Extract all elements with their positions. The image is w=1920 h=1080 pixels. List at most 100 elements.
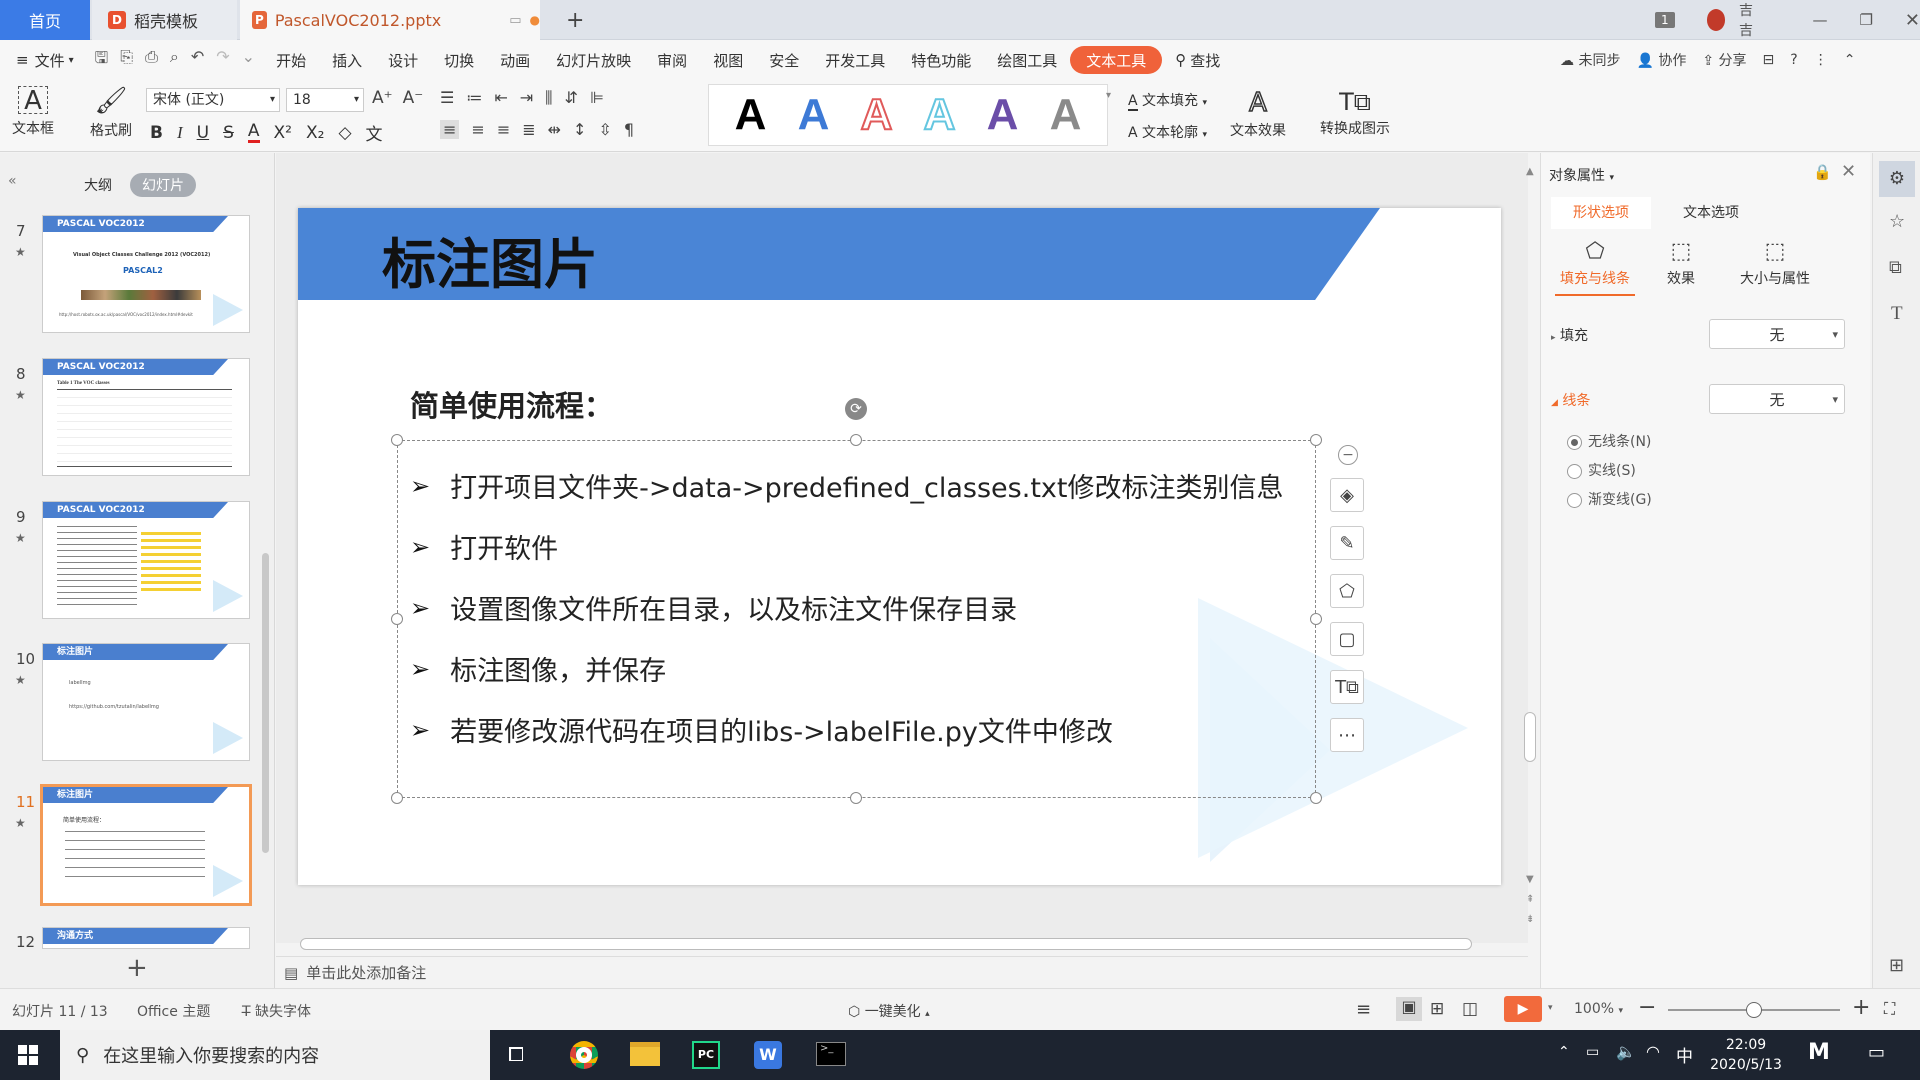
tab-review[interactable]: 审阅	[644, 46, 700, 74]
line-option-solid[interactable]: 实线(S)	[1567, 460, 1636, 480]
vertical-scrollbar[interactable]	[1524, 712, 1536, 762]
line-option-none[interactable]: 无线条(N)	[1567, 431, 1651, 451]
convert-smartart-button[interactable]: T⧉ 转换成图示	[1320, 88, 1390, 138]
wifi-icon[interactable]: ◠	[1646, 1042, 1660, 1061]
prev-slide-icon[interactable]: ⇞	[1526, 894, 1534, 905]
print-icon[interactable]: ⎙	[145, 47, 158, 74]
taskbar-search-box[interactable]: ⚲ 在这里输入你要搜索的内容	[60, 1030, 490, 1080]
minimize-icon[interactable]: —	[1812, 11, 1827, 29]
wordart-style-cyan-outline[interactable]: A	[923, 92, 957, 138]
tab-slideshow[interactable]: 幻灯片放映	[543, 46, 644, 74]
notification-icon[interactable]: ▭	[1868, 1042, 1885, 1063]
justify-icon[interactable]: ≣	[522, 120, 535, 139]
grid-icon[interactable]: ⊞	[1889, 955, 1904, 976]
align-right-icon[interactable]: ≡	[497, 120, 510, 139]
numbered-list-icon[interactable]: ≔	[466, 88, 482, 108]
line-select[interactable]: 无	[1709, 384, 1845, 414]
tab-drawing-tools[interactable]: 绘图工具	[984, 46, 1070, 74]
align-center-icon[interactable]: ≡	[471, 120, 484, 139]
format-painter-button[interactable]: 🖌 格式刷	[90, 86, 132, 140]
tab-insert[interactable]: 插入	[319, 46, 375, 74]
customize-icon[interactable]: ⌄	[242, 47, 255, 74]
font-name-select[interactable]: 宋体 (正文) ▾	[146, 88, 280, 112]
resize-handle-left[interactable]	[391, 613, 403, 625]
home-tab[interactable]: 首页	[0, 0, 90, 40]
effect-section-tab[interactable]: ⬚ 效果	[1651, 239, 1711, 288]
tab-text-tools[interactable]: 文本工具	[1070, 46, 1163, 74]
share-button[interactable]: ⇪ 分享	[1702, 50, 1746, 70]
wordart-style-purple[interactable]: A	[987, 93, 1019, 137]
tab-developer[interactable]: 开发工具	[812, 46, 898, 74]
zoom-level[interactable]: 100% ▾	[1574, 1001, 1623, 1017]
reading-view-icon[interactable]: ◫	[1462, 999, 1478, 1019]
underline-icon[interactable]: U	[197, 123, 209, 143]
notes-toggle-icon[interactable]: ≡	[1356, 999, 1371, 1020]
rotate-handle-icon[interactable]: ⟳	[845, 398, 867, 420]
more-menu-icon[interactable]: ⋮	[1814, 52, 1828, 68]
text-icon[interactable]: T	[1891, 303, 1903, 325]
zoom-out-button[interactable]: −	[1638, 995, 1656, 1020]
star-icon[interactable]: ☆	[1889, 211, 1905, 232]
increase-indent-icon[interactable]: ⇥	[520, 88, 533, 108]
monitor-icon[interactable]: ▭	[509, 13, 521, 28]
file-explorer-icon[interactable]	[630, 1042, 660, 1066]
bullet-list-icon[interactable]: ☰	[440, 88, 454, 108]
scroll-up-icon[interactable]: ▲	[1526, 166, 1534, 177]
avatar[interactable]	[1706, 9, 1726, 31]
resize-handle-right[interactable]	[1310, 613, 1322, 625]
terminal-icon[interactable]: >_	[816, 1042, 846, 1066]
undo-icon[interactable]: ↶	[191, 47, 204, 74]
strikethrough-icon[interactable]: S	[223, 123, 234, 143]
print-preview-icon[interactable]: ⌕	[170, 47, 179, 74]
slide-thumbnail-10[interactable]: 标注图片 labelImg https://github.com/tzutali…	[42, 643, 250, 761]
outline-tab[interactable]: 大纲	[84, 175, 112, 195]
bullet-item[interactable]: ➢ 标注图像，并保存	[410, 649, 666, 688]
ime-logo-icon[interactable]: M	[1808, 1040, 1830, 1065]
tab-transition[interactable]: 切换	[431, 46, 487, 74]
tab-animation[interactable]: 动画	[487, 46, 543, 74]
zoom-slider[interactable]	[1668, 1002, 1840, 1018]
fill-select[interactable]: 无	[1709, 319, 1845, 349]
pin-pane-icon[interactable]: 🔒	[1813, 163, 1832, 181]
battery-icon[interactable]: ▭	[1586, 1044, 1599, 1060]
close-pane-icon[interactable]: ✕	[1841, 161, 1856, 182]
line-section-header[interactable]: ◢ 线条	[1551, 390, 1590, 410]
properties-icon[interactable]: ⚙	[1879, 161, 1915, 197]
wordart-style-blue[interactable]: A	[798, 93, 830, 137]
collapse-ribbon-icon[interactable]: ⌃	[1844, 52, 1856, 68]
line-option-gradient[interactable]: 渐变线(G)	[1567, 489, 1652, 509]
file-menu[interactable]: ≡ 文件 ▾	[0, 46, 87, 74]
slides-tab[interactable]: 幻灯片	[130, 173, 196, 197]
zoom-in-button[interactable]: +	[1852, 995, 1870, 1020]
theme-name[interactable]: Office 主题	[137, 1001, 210, 1021]
notes-area[interactable]: ▤ 单击此处添加备注	[276, 956, 1528, 988]
collab-button[interactable]: 👤 协作	[1636, 50, 1686, 70]
decrease-indent-icon[interactable]: ⇤	[494, 88, 507, 108]
normal-view-icon[interactable]: ▣	[1396, 997, 1422, 1021]
wordart-style-red-outline[interactable]: A	[860, 92, 894, 138]
tab-design[interactable]: 设计	[375, 46, 431, 74]
windows-start-icon[interactable]	[18, 1045, 38, 1065]
window-count-badge[interactable]: 1	[1655, 12, 1675, 28]
play-options-icon[interactable]: ▾	[1548, 1003, 1553, 1013]
slide-thumbnail-11[interactable]: 标注图片 简单使用流程：	[40, 784, 252, 906]
align-left-icon[interactable]: ≡	[440, 120, 460, 139]
layout-icon[interactable]: ⊟	[1763, 52, 1775, 68]
bullet-item[interactable]: ➢ 若要修改源代码在项目的libs->labelFile.py文件中修改	[410, 710, 1113, 749]
resize-handle-bottom[interactable]	[850, 792, 862, 804]
tab-text-options[interactable]: 文本选项	[1661, 197, 1761, 229]
fill-bucket-icon[interactable]: ⬠	[1330, 574, 1364, 608]
paragraph-spacing-icon[interactable]: ⇳	[598, 120, 611, 139]
bold-icon[interactable]: B	[150, 123, 163, 143]
textbox-button[interactable]: A 文本框	[12, 86, 54, 138]
slide-thumbnail-7[interactable]: PASCAL VOC2012 Visual Object Classes Cha…	[42, 215, 250, 333]
layers-icon[interactable]: ◈	[1330, 478, 1364, 512]
text-direction-icon[interactable]: ⇵	[565, 88, 578, 108]
slide-thumbnail-8[interactable]: PASCAL VOC2012 Table 1 The VOC classes	[42, 358, 250, 476]
template-tab[interactable]: D 稻壳模板	[92, 0, 237, 40]
paragraph-settings-icon[interactable]: ¶	[624, 120, 634, 139]
help-icon[interactable]: ?	[1790, 52, 1797, 68]
text-effect-button[interactable]: A 文本效果	[1230, 87, 1286, 140]
volume-icon[interactable]: 🔈	[1616, 1042, 1636, 1061]
tab-shape-options[interactable]: 形状选项	[1551, 197, 1651, 229]
